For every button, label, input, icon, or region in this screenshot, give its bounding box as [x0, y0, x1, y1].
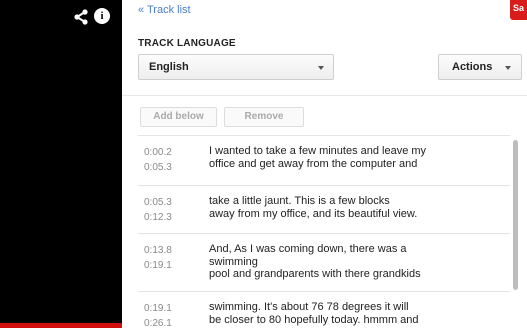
caption-start-time[interactable]: 0:05.3	[144, 195, 194, 210]
caption-list[interactable]: 0:00.2 0:05.3 I wanted to take a few min…	[138, 135, 510, 328]
caption-times: 0:19.1 0:26.1	[144, 301, 194, 328]
language-select[interactable]: English	[138, 54, 334, 80]
caption-list-scrollbar[interactable]	[513, 140, 518, 290]
caption-row[interactable]: 0:00.2 0:05.3 I wanted to take a few min…	[138, 135, 510, 185]
caption-times: 0:05.3 0:12.3	[144, 195, 194, 225]
track-language-label: TRACK LANGUAGE	[138, 38, 236, 49]
caption-row[interactable]: 0:19.1 0:26.1 swimming. It's about 76 78…	[138, 291, 510, 328]
caption-row[interactable]: 0:13.8 0:19.1 And, As I was coming down,…	[138, 233, 510, 291]
video-player[interactable]: i	[0, 0, 122, 328]
caption-times: 0:00.2 0:05.3	[144, 145, 194, 175]
caption-end-time[interactable]: 0:12.3	[144, 210, 194, 225]
add-below-button[interactable]: Add below	[140, 107, 217, 127]
caption-times: 0:13.8 0:19.1	[144, 243, 194, 273]
caption-end-time[interactable]: 0:05.3	[144, 160, 194, 175]
caption-end-time[interactable]: 0:19.1	[144, 258, 194, 273]
caption-start-time[interactable]: 0:13.8	[144, 243, 194, 258]
language-select-value: English	[149, 61, 189, 73]
caption-start-time[interactable]: 0:00.2	[144, 145, 194, 160]
remove-button[interactable]: Remove	[224, 107, 304, 127]
track-list-link[interactable]: « Track list	[138, 4, 191, 16]
divider	[122, 95, 527, 96]
actions-button-label: Actions	[452, 61, 493, 73]
info-icon[interactable]: i	[94, 8, 110, 24]
caption-end-time[interactable]: 0:26.1	[144, 316, 194, 328]
caption-text[interactable]: take a little jaunt. This is a few block…	[209, 195, 499, 220]
actions-button[interactable]: Actions	[438, 54, 522, 80]
caption-text[interactable]: I wanted to take a few minutes and leave…	[209, 145, 499, 170]
caption-text[interactable]: swimming. It's about 76 78 degrees it wi…	[209, 301, 499, 326]
chevron-down-icon	[505, 66, 511, 70]
chevron-down-icon	[318, 66, 324, 70]
share-icon[interactable]	[72, 8, 90, 26]
video-progress-bar[interactable]	[0, 323, 122, 328]
caption-start-time[interactable]: 0:19.1	[144, 301, 194, 316]
caption-text[interactable]: And, As I was coming down, there was a s…	[209, 243, 499, 281]
corner-badge[interactable]: Sa	[510, 0, 527, 20]
caption-row[interactable]: 0:05.3 0:12.3 take a little jaunt. This …	[138, 185, 510, 233]
